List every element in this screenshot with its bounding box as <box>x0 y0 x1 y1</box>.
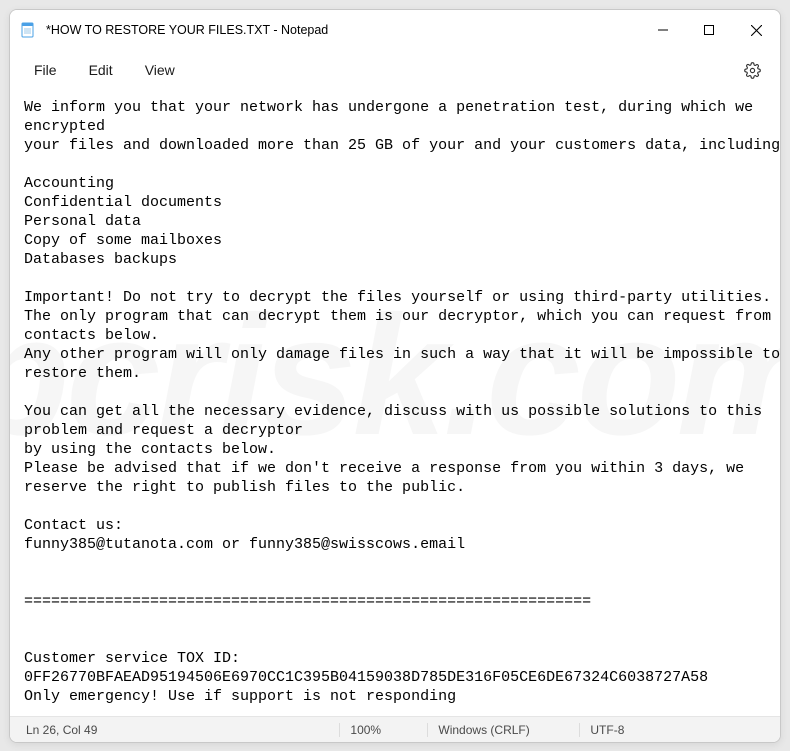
window-title: *HOW TO RESTORE YOUR FILES.TXT - Notepad <box>46 23 640 37</box>
window-controls <box>640 10 780 50</box>
settings-button[interactable] <box>736 54 768 86</box>
notepad-icon <box>20 22 36 38</box>
notepad-window: *HOW TO RESTORE YOUR FILES.TXT - Notepad… <box>9 9 781 743</box>
text-area[interactable]: We inform you that your network has unde… <box>10 90 780 716</box>
titlebar[interactable]: *HOW TO RESTORE YOUR FILES.TXT - Notepad <box>10 10 780 50</box>
minimize-button[interactable] <box>640 10 686 50</box>
status-line-ending: Windows (CRLF) <box>427 723 579 737</box>
menu-edit[interactable]: Edit <box>73 56 129 84</box>
menu-view[interactable]: View <box>129 56 191 84</box>
status-cursor-position: Ln 26, Col 49 <box>16 723 107 737</box>
close-button[interactable] <box>732 10 780 50</box>
status-zoom[interactable]: 100% <box>339 723 427 737</box>
maximize-button[interactable] <box>686 10 732 50</box>
menu-file[interactable]: File <box>18 56 73 84</box>
status-encoding: UTF-8 <box>579 723 780 737</box>
menubar: File Edit View <box>10 50 780 90</box>
statusbar: Ln 26, Col 49 100% Windows (CRLF) UTF-8 <box>10 716 780 742</box>
